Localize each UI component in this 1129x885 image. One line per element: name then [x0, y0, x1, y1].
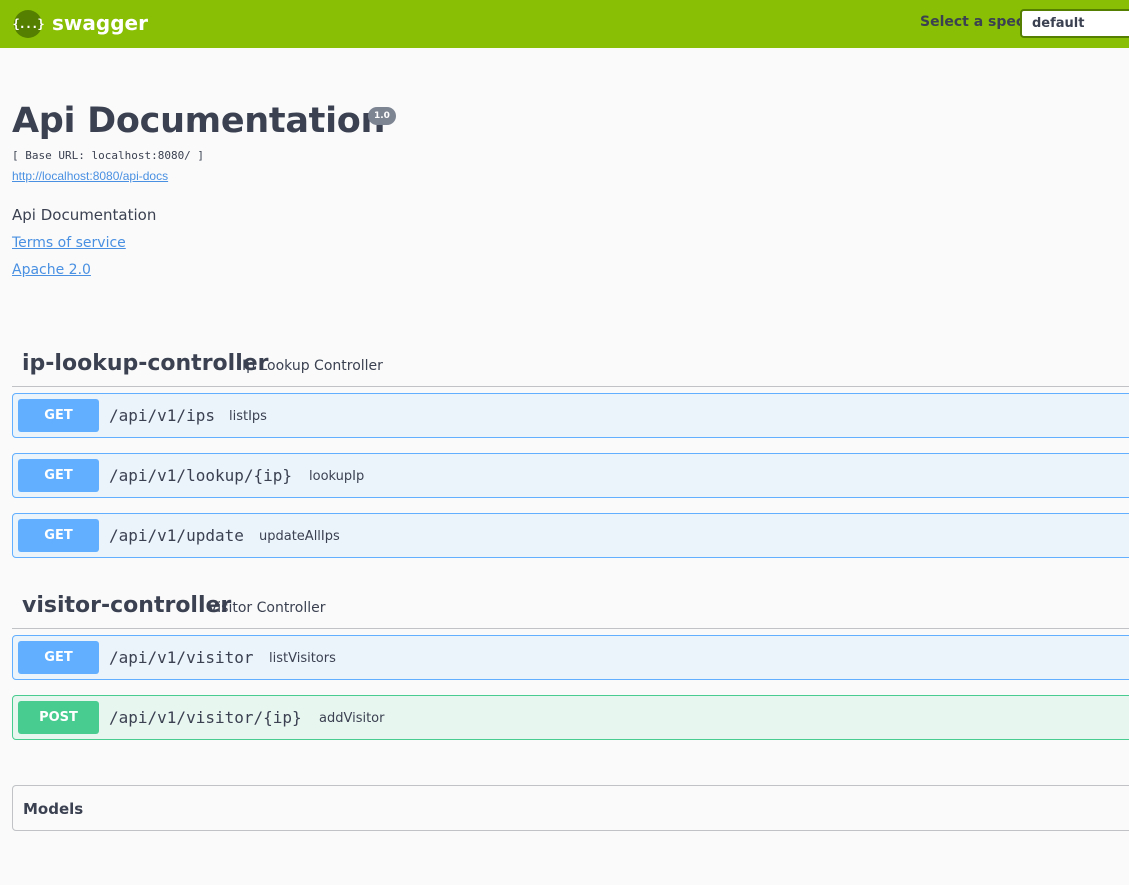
tag-description: Visitor Controller	[208, 600, 326, 616]
operation-get-lookup[interactable]: GET /api/v1/lookup/{ip} lookupIp	[12, 453, 1129, 498]
terms-of-service-link[interactable]: Terms of service	[12, 235, 126, 251]
operation-summary: lookupIp	[309, 469, 365, 484]
topbar: {...} swagger Select a spec default	[0, 0, 1129, 48]
operation-get-update[interactable]: GET /api/v1/update updateAllIps	[12, 513, 1129, 558]
operation-summary: listVisitors	[269, 651, 336, 666]
models-section[interactable]: Models	[12, 785, 1129, 831]
operation-summary: updateAllIps	[259, 529, 340, 544]
models-title: Models	[23, 800, 84, 818]
version-badge: 1.0	[368, 107, 396, 125]
operation-summary: addVisitor	[319, 711, 385, 726]
brand-name[interactable]: swagger	[52, 11, 148, 35]
operation-path: /api/v1/ips	[109, 406, 215, 425]
tag-description: Ip Lookup Controller	[242, 358, 383, 374]
license-link[interactable]: Apache 2.0	[12, 262, 91, 278]
api-description: Api Documentation	[12, 206, 157, 224]
operation-post-visitor[interactable]: POST /api/v1/visitor/{ip} addVisitor	[12, 695, 1129, 740]
method-badge: GET	[18, 399, 99, 432]
select-spec-label: Select a spec	[920, 14, 1025, 30]
api-docs-link[interactable]: http://localhost:8080/api-docs	[12, 169, 168, 183]
tag-name: visitor-controller	[22, 593, 232, 618]
base-url: [ Base URL: localhost:8080/ ]	[12, 149, 205, 162]
operation-path: /api/v1/visitor	[109, 648, 254, 667]
tag-ip-lookup-controller[interactable]: ip-lookup-controller Ip Lookup Controlle…	[12, 345, 1129, 387]
page-title: Api Documentation	[12, 101, 386, 141]
operation-path: /api/v1/update	[109, 526, 244, 545]
operation-path: /api/v1/lookup/{ip}	[109, 466, 293, 485]
method-badge: POST	[18, 701, 99, 734]
operation-path: /api/v1/visitor/{ip}	[109, 708, 302, 727]
method-badge: GET	[18, 519, 99, 552]
method-badge: GET	[18, 459, 99, 492]
operation-summary: listIps	[229, 409, 267, 424]
operation-get-visitor[interactable]: GET /api/v1/visitor listVisitors	[12, 635, 1129, 680]
method-badge: GET	[18, 641, 99, 674]
tag-visitor-controller[interactable]: visitor-controller Visitor Controller	[12, 587, 1129, 629]
spec-select[interactable]: default	[1020, 9, 1129, 38]
tag-name: ip-lookup-controller	[22, 351, 269, 376]
swagger-logo-icon[interactable]: {...}	[12, 10, 45, 38]
operation-get-ips[interactable]: GET /api/v1/ips listIps	[12, 393, 1129, 438]
